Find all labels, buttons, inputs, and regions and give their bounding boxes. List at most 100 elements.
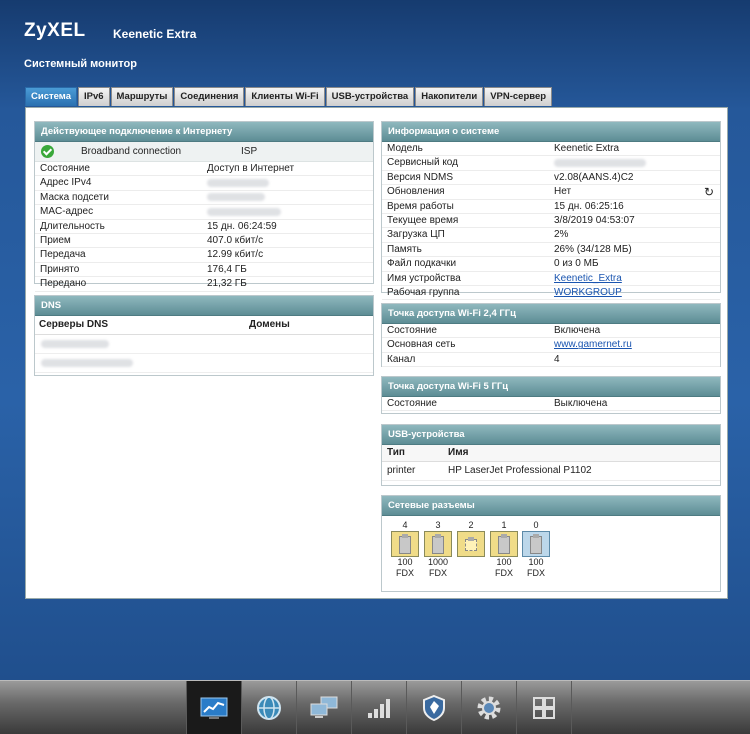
wifi-5-row: Состояние Выключена (382, 397, 720, 412)
dns-panel: DNS Серверы DNS Домены (34, 295, 374, 376)
grid-icon (533, 696, 555, 719)
row-label: Прием (40, 234, 71, 246)
dns-domains-header: Домены (249, 319, 290, 330)
row-label: Имя устройства (387, 272, 461, 284)
check-ok-icon (41, 145, 54, 158)
device-name-link[interactable]: Keenetic_Extra (554, 273, 622, 284)
row-value: 15 дн. 06:25:16 (554, 200, 624, 212)
system-row: Загрузка ЦП 2% (382, 228, 720, 243)
lan-port-4[interactable]: 4 100 FDX (390, 519, 420, 579)
system-row: Время работы 15 дн. 06:25:16 (382, 200, 720, 214)
redacted-value (207, 205, 281, 218)
lan-port-2[interactable]: 2 (456, 519, 486, 557)
wifi-signal-bars-icon (368, 698, 390, 718)
dock-home-network-button[interactable] (296, 681, 351, 734)
zyxel-logo: ZyXEL (24, 20, 86, 41)
dns-panel-title: DNS (35, 296, 373, 316)
content-area: Действующее подключение к Интернету Broa… (25, 107, 728, 599)
connection-status-row: Broadband connection ISP (35, 142, 373, 162)
row-value: Нет (554, 186, 572, 198)
system-info-panel: Информация о системе Модель Keenetic Extr… (381, 121, 721, 301)
row-value: 26% (34/128 МБ) (554, 243, 632, 255)
shield-icon (423, 694, 445, 721)
dock-wifi-button[interactable] (351, 681, 406, 734)
row-label: Обновления (387, 186, 445, 198)
ethernet-port-wan-icon (522, 531, 550, 557)
tab-wifi-clients[interactable]: Клиенты Wi-Fi (245, 87, 325, 106)
row-label: Принято (40, 263, 80, 275)
gear-icon (477, 696, 501, 719)
row-label: Адрес IPv4 (40, 177, 92, 189)
port-number: 1 (501, 520, 507, 530)
main-network-link[interactable]: www.gamernet.ru (554, 339, 632, 350)
row-label: Модель (387, 143, 423, 154)
internet-row: Адрес IPv4 (35, 176, 373, 191)
connection-type: ISP (241, 146, 258, 157)
lan-port-3[interactable]: 3 1000 FDX (423, 519, 453, 579)
row-label: Рабочая группа (387, 286, 460, 298)
dock-security-button[interactable] (406, 681, 461, 734)
wifi-24-panel-title: Точка доступа Wi-Fi 2,4 ГГц (382, 304, 720, 324)
tab-system[interactable]: Система (25, 87, 77, 106)
usb-table-header: Тип Имя (382, 445, 720, 462)
ports-panel-title: Сетевые разъемы (382, 496, 720, 516)
tab-vpn-server[interactable]: VPN-сервер (484, 87, 553, 106)
internet-row: Маска подсети (35, 191, 373, 206)
row-label: Передано (40, 278, 87, 290)
network-computers-icon (310, 696, 338, 718)
row-label: Время работы (387, 200, 454, 212)
lan-port-1[interactable]: 1 100 FDX (489, 519, 519, 579)
wan-port-0[interactable]: 0 100 FDX (521, 519, 551, 579)
row-label: Файл подкачки (387, 258, 457, 270)
dock-monitor-button[interactable] (186, 681, 241, 734)
system-row: Версия NDMS v2.08(AANS.4)C2 (382, 171, 720, 186)
wifi-24-row: Канал 4 (382, 353, 720, 368)
wifi-24-row: Состояние Включена (382, 324, 720, 339)
dns-server-row (35, 335, 373, 354)
usb-type-header: Тип (387, 447, 405, 458)
row-label: Загрузка ЦП (387, 229, 445, 241)
system-row: Имя устройства Keenetic_Extra (382, 272, 720, 286)
refresh-icon[interactable]: ↻ (704, 186, 714, 198)
internet-row: Принято 176,4 ГБ (35, 263, 373, 278)
port-duplex: FDX (396, 568, 414, 578)
network-ports-panel: Сетевые разъемы 4 100 FDX 3 1000 FDX 2 1… (381, 495, 721, 592)
tab-connections[interactable]: Соединения (174, 87, 245, 106)
internet-connection-panel: Действующее подключение к Интернету Broa… (34, 121, 374, 292)
internet-row: Передача 12.99 кбит/с (35, 248, 373, 263)
row-value: 15 дн. 06:24:59 (207, 220, 277, 232)
ethernet-port-empty-icon (457, 531, 485, 557)
port-number: 3 (435, 520, 441, 530)
row-label: Сервисный код (387, 157, 458, 169)
row-value: 21,32 ГБ (207, 278, 247, 290)
port-speed: 1000 (427, 557, 449, 567)
usb-device-name: HP LaserJet Professional P1102 (448, 465, 592, 476)
bottom-dock (0, 680, 750, 734)
port-duplex: FDX (429, 568, 447, 578)
tab-ipv6[interactable]: IPv6 (77, 87, 110, 106)
usb-device-row: printer HP LaserJet Professional P1102 (382, 462, 720, 481)
row-label: Маска подсети (40, 191, 109, 203)
port-speed: 100 (397, 557, 413, 567)
row-label: MAC-адрес (40, 206, 94, 218)
row-label: Память (387, 243, 422, 255)
usb-devices-panel: USB-устройства Тип Имя printer HP LaserJ… (381, 424, 721, 486)
dock-internet-button[interactable] (241, 681, 296, 734)
row-label: Состояние (387, 398, 437, 409)
ethernet-port-connected-icon (424, 531, 452, 557)
system-row: Модель Keenetic Extra (382, 142, 720, 157)
port-speed: 100 (528, 557, 544, 567)
tab-storage[interactable]: Накопители (415, 87, 484, 106)
tab-routes[interactable]: Маршруты (110, 87, 174, 106)
row-label: Основная сеть (387, 339, 456, 351)
dock-system-button[interactable] (461, 681, 516, 734)
port-number: 4 (402, 520, 408, 530)
row-label: Канал (387, 353, 416, 365)
port-speed: 100 (496, 557, 512, 567)
row-label: Версия NDMS (387, 171, 454, 183)
tab-usb-devices[interactable]: USB-устройства (325, 87, 415, 106)
row-value: 2% (554, 229, 569, 241)
dock-apps-button[interactable] (516, 681, 572, 734)
redacted-value (207, 191, 265, 204)
workgroup-link[interactable]: WORKGROUP (554, 287, 622, 298)
